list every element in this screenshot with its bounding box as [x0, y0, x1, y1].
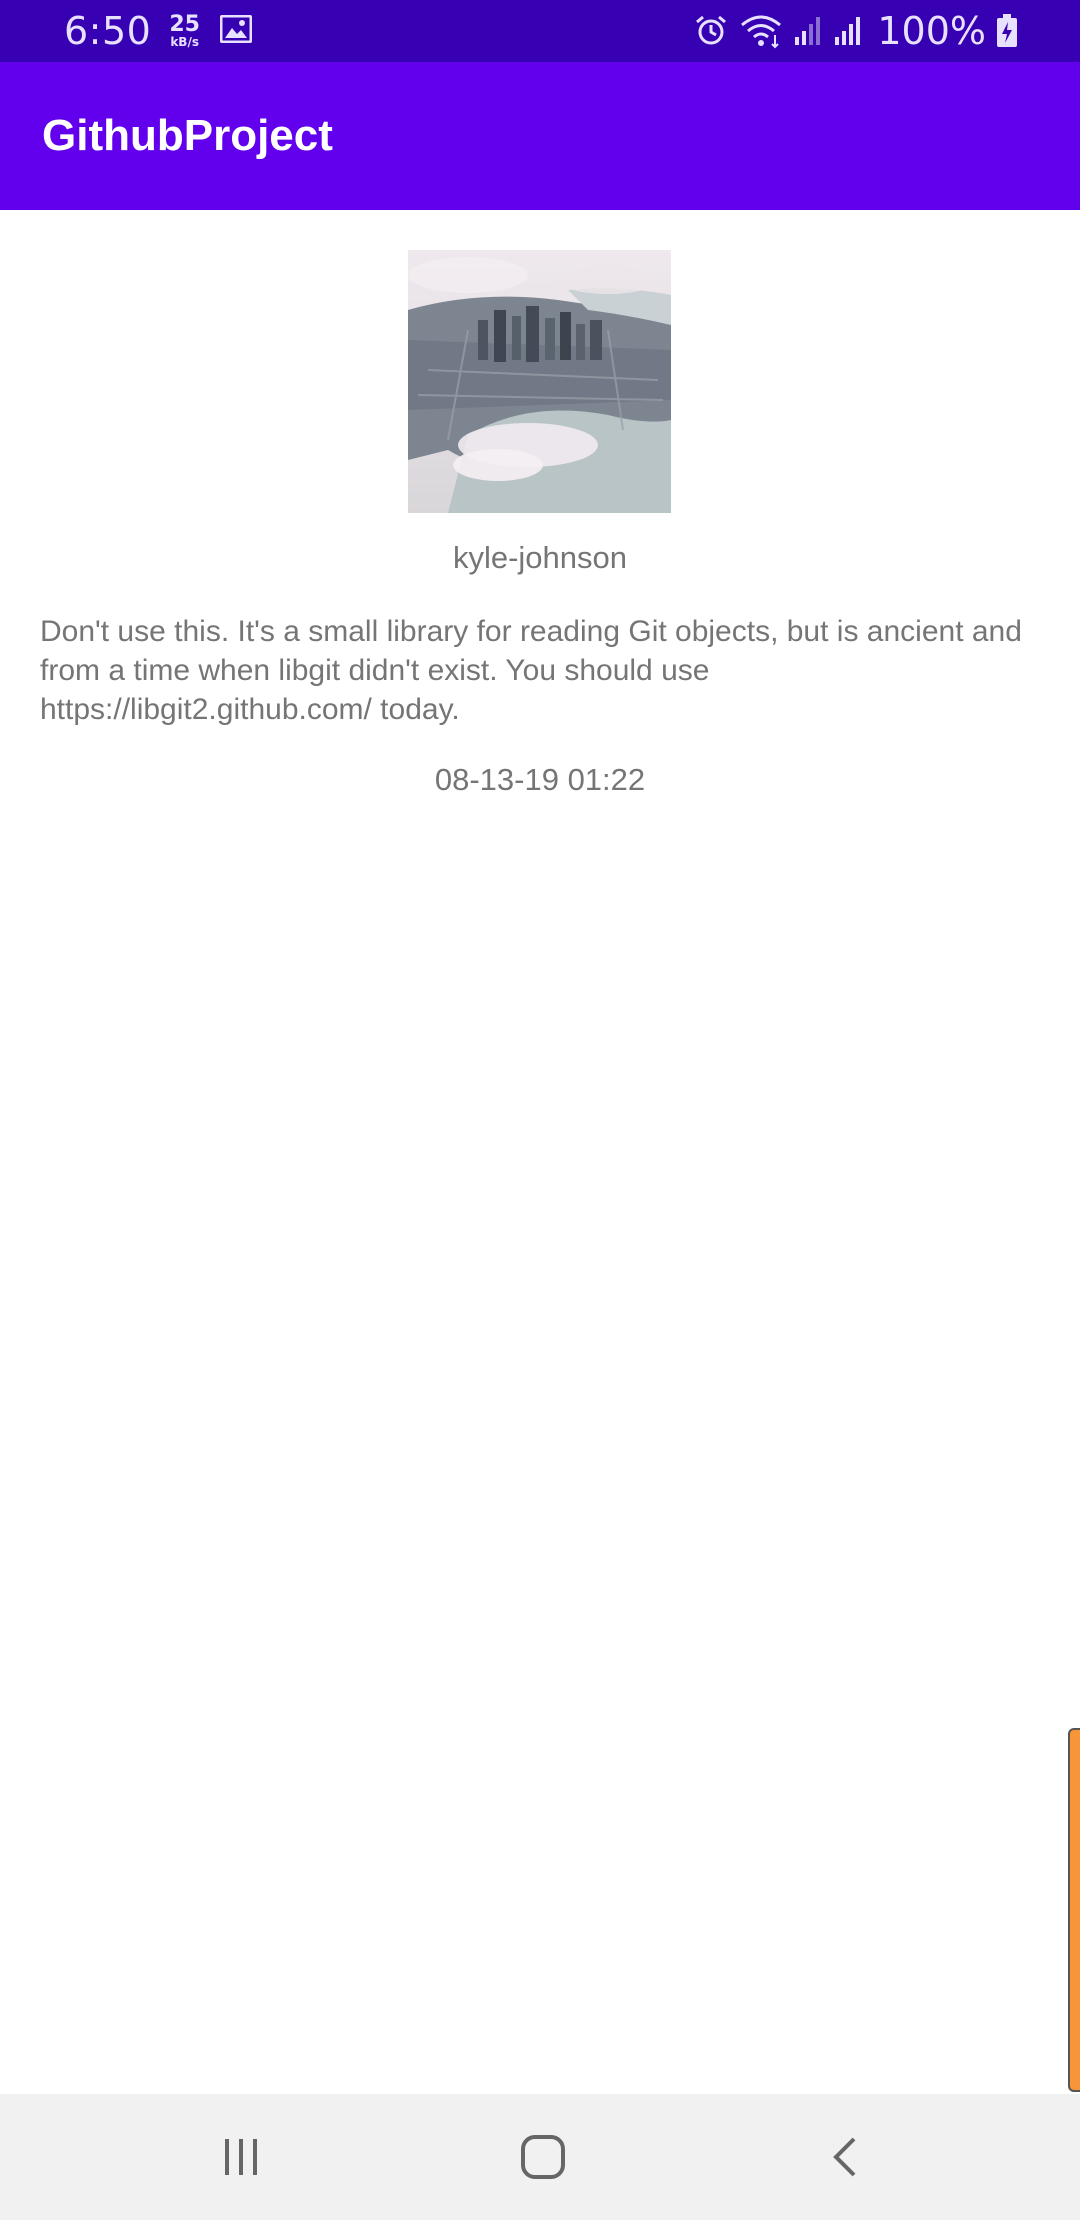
signal-icon	[793, 15, 823, 47]
recent-apps-icon	[225, 2139, 257, 2175]
network-speed-unit: kB/s	[170, 35, 199, 49]
status-right: 100%	[693, 0, 1018, 62]
recent-apps-button[interactable]	[181, 2094, 301, 2220]
scroll-indicator[interactable]	[1068, 1728, 1080, 2092]
gallery-icon	[200, 14, 253, 47]
status-left: 6:50 25 kB/s	[64, 0, 253, 62]
owner-name: kyle-johnson	[452, 540, 628, 575]
network-speed-value: 25	[169, 12, 200, 37]
wifi-icon	[739, 13, 783, 49]
alarm-icon	[693, 13, 729, 49]
battery-charging-icon	[996, 14, 1018, 48]
network-speed: 25 kB/s	[169, 12, 200, 49]
app-title: GithubProject	[42, 111, 333, 160]
home-button[interactable]	[483, 2094, 603, 2220]
back-button[interactable]	[786, 2094, 906, 2220]
status-time: 6:50	[64, 9, 152, 53]
avatar-image	[408, 250, 671, 513]
battery-percentage: 100%	[877, 9, 986, 53]
back-icon	[833, 2137, 856, 2177]
home-icon	[521, 2135, 565, 2179]
avatar	[408, 250, 671, 513]
status-bar: 6:50 25 kB/s 100%	[0, 0, 1080, 62]
app-bar: GithubProject	[0, 62, 1080, 210]
signal-icon	[833, 15, 863, 47]
repo-date: 08-13-19 01:22	[434, 762, 646, 797]
nav-bar	[0, 2094, 1080, 2220]
repo-description: Don't use this. It's a small library for…	[40, 615, 1022, 726]
